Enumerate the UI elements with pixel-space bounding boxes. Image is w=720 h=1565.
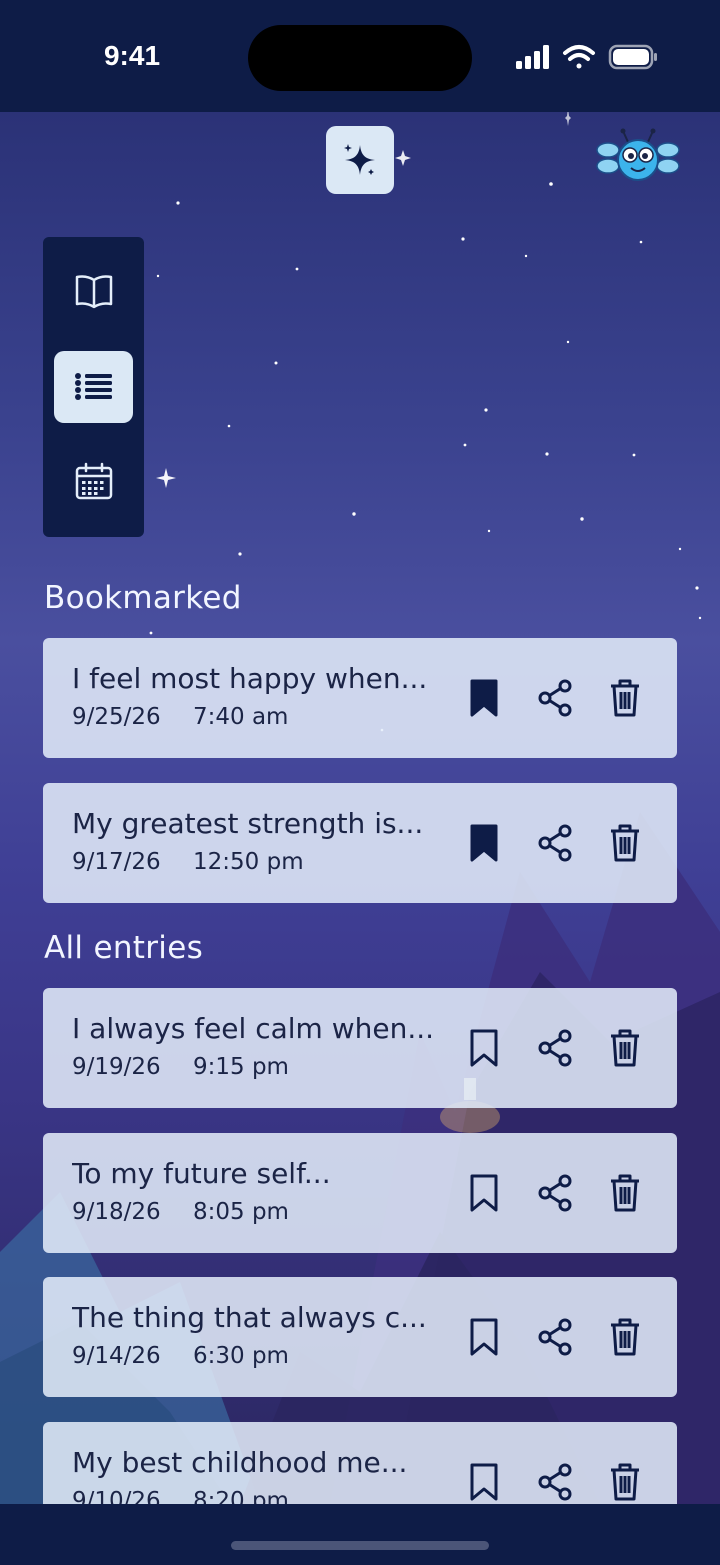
entry-time: 12:50 pm [193, 849, 304, 875]
entry-time: 8:05 pm [193, 1199, 289, 1225]
share-icon[interactable] [535, 1317, 575, 1357]
trash-icon[interactable] [605, 1173, 645, 1213]
calendar-icon [75, 462, 112, 500]
entry-date: 9/18/26 [72, 1199, 161, 1225]
entry-title: My best childhood me... [72, 1446, 408, 1479]
entry-title: To my future self... [72, 1157, 331, 1190]
dynamic-island [248, 25, 472, 91]
entry-title: I feel most happy when... [72, 662, 428, 695]
entry-title: My greatest strength is... [72, 807, 424, 840]
entry-date: 9/17/26 [72, 849, 161, 875]
entry-card[interactable]: I feel most happy when... 9/25/26 7:40 a… [43, 638, 677, 758]
bottom-safe-area [0, 1504, 720, 1565]
sparkle-icon [344, 144, 375, 175]
entry-card[interactable]: To my future self... 9/18/26 8:05 pm [43, 1133, 677, 1253]
entry-date: 9/25/26 [72, 704, 161, 730]
share-icon[interactable] [535, 1462, 575, 1502]
rail-journal-button[interactable] [54, 255, 133, 327]
status-icons [516, 44, 657, 70]
rail-calendar-button[interactable] [54, 445, 133, 517]
rail-list-button[interactable] [54, 351, 133, 423]
share-icon[interactable] [535, 1173, 575, 1213]
entry-time: 9:15 pm [193, 1054, 289, 1080]
bookmark-outline-icon[interactable] [464, 1317, 504, 1357]
entry-title: The thing that always c... [72, 1301, 427, 1334]
entry-time: 6:30 pm [193, 1343, 289, 1369]
battery-icon [608, 44, 657, 70]
ai-sparkle-button[interactable] [326, 126, 394, 194]
entry-date: 9/14/26 [72, 1343, 161, 1369]
trash-icon[interactable] [605, 1028, 645, 1068]
entry-card[interactable]: My greatest strength is... 9/17/26 12:50… [43, 783, 677, 903]
all-entries-section-title: All entries [44, 930, 204, 966]
entry-title: I always feel calm when... [72, 1012, 435, 1045]
bookmark-outline-icon[interactable] [464, 1462, 504, 1502]
trash-icon[interactable] [605, 1317, 645, 1357]
share-icon[interactable] [535, 678, 575, 718]
status-bar: 9:41 [0, 0, 720, 112]
bookmark-filled-icon[interactable] [464, 678, 504, 718]
entry-time: 7:40 am [193, 704, 289, 730]
share-icon[interactable] [535, 823, 575, 863]
bookmarked-section-title: Bookmarked [44, 580, 242, 616]
status-time: 9:41 [103, 40, 161, 71]
side-navigation-rail [43, 237, 144, 537]
book-icon [75, 275, 112, 309]
entry-date: 9/19/26 [72, 1054, 161, 1080]
list-icon [74, 373, 112, 400]
bookmark-outline-icon[interactable] [464, 1028, 504, 1068]
bookmark-filled-icon[interactable] [464, 823, 504, 863]
trash-icon[interactable] [605, 1462, 645, 1502]
trash-icon[interactable] [605, 678, 645, 718]
wifi-icon [563, 45, 595, 69]
share-icon[interactable] [535, 1028, 575, 1068]
signal-icon [516, 45, 549, 69]
dragonfly-mascot-icon[interactable] [596, 128, 680, 190]
bookmark-outline-icon[interactable] [464, 1173, 504, 1213]
entry-card[interactable]: I always feel calm when... 9/19/26 9:15 … [43, 988, 677, 1108]
trash-icon[interactable] [605, 823, 645, 863]
home-indicator[interactable] [231, 1541, 489, 1550]
entry-card[interactable]: The thing that always c... 9/14/26 6:30 … [43, 1277, 677, 1397]
